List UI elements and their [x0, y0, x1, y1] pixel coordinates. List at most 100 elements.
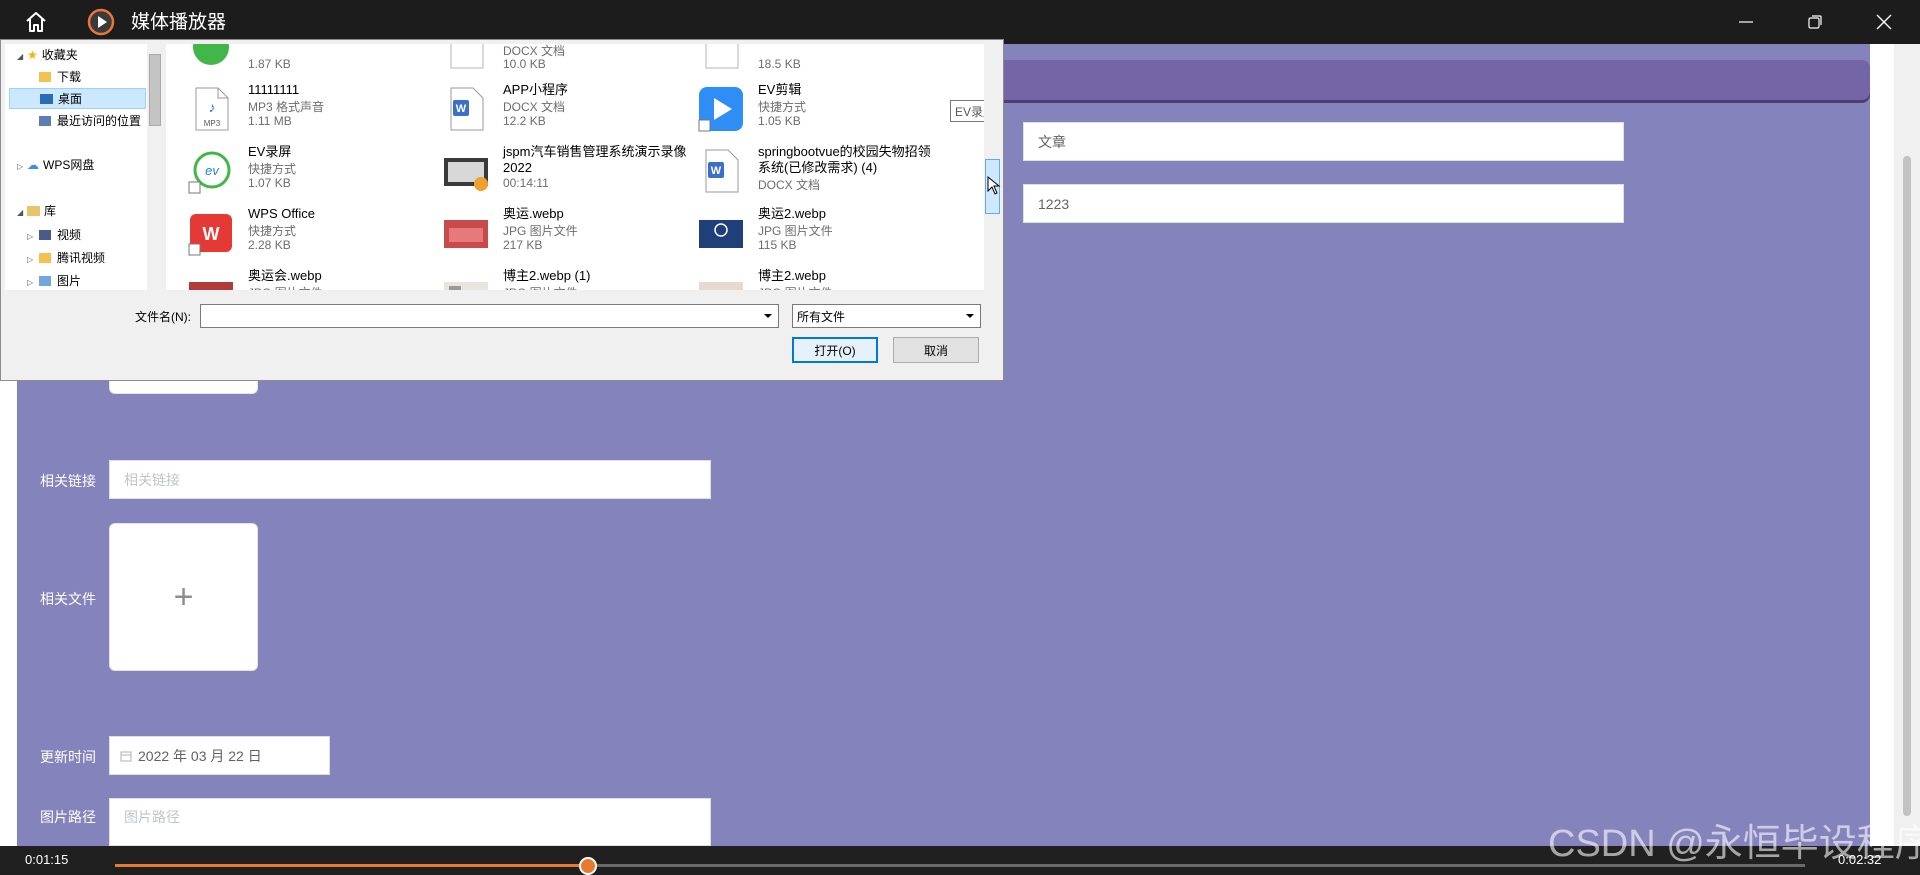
- word-document-icon: W: [450, 87, 484, 131]
- svg-text:W: W: [456, 103, 467, 115]
- tree-item-libraries[interactable]: 库: [27, 200, 56, 221]
- file-item[interactable]: 博主2.webp (1) JPG 图片文件: [431, 264, 681, 290]
- file-tooltip: EV录屏: [950, 100, 984, 122]
- home-icon[interactable]: [18, 0, 54, 44]
- player-title: 媒体播放器: [131, 12, 227, 33]
- image-path-label: 图片路径: [40, 809, 96, 825]
- filename-label: 文件名(N):: [135, 310, 191, 324]
- open-button[interactable]: 打开(O): [792, 337, 878, 363]
- word-document-icon: W: [705, 149, 739, 193]
- svg-text:♪: ♪: [209, 99, 216, 115]
- expand-arrow-icon[interactable]: ▷: [17, 162, 23, 171]
- tree-item-wps-cloud[interactable]: ☁ WPS网盘: [27, 154, 94, 175]
- shortcut-icon: [193, 44, 229, 65]
- tree-item-tencent-video[interactable]: 腾讯视频: [39, 247, 105, 268]
- tree-item-videos[interactable]: 视频: [39, 224, 81, 245]
- filename-input[interactable]: [200, 304, 779, 328]
- ev-editor-icon: [698, 87, 743, 132]
- page-scrollbar-thumb[interactable]: [1903, 156, 1911, 816]
- progress-handle[interactable]: [579, 857, 598, 875]
- page-scrollbar[interactable]: [1894, 44, 1920, 869]
- svg-text:ev: ev: [205, 163, 220, 178]
- dropdown-arrow-icon[interactable]: [764, 314, 772, 318]
- image-thumbnail-icon: [699, 220, 743, 248]
- file-open-dialog: ◢ ★ 收藏夹 下载 桌面 最近访问的位置 ▷ ☁ WPS网盘 ◢ 库 ▷ 视频 ▷…: [0, 39, 1004, 381]
- file-item[interactable]: jspm汽车销售管理系统演示录像2022 00:14:11: [431, 140, 686, 202]
- file-item[interactable]: 奥运.webp JPG 图片文件 217 KB: [431, 202, 681, 264]
- video-library-icon: [39, 229, 51, 240]
- filetype-select[interactable]: 所有文件: [792, 304, 981, 328]
- file-item[interactable]: 博主2.webp JPG 图片文件: [686, 264, 936, 290]
- image-thumbnail-icon: [444, 220, 488, 248]
- svg-text:MP3: MP3: [204, 119, 221, 128]
- video-file-icon: [444, 158, 488, 191]
- number-field[interactable]: 1223: [1023, 184, 1624, 223]
- link-label: 相关链接: [40, 473, 96, 489]
- mp3-file-icon: ♪ MP3: [195, 87, 229, 131]
- plus-icon: +: [173, 577, 194, 616]
- tree-item-downloads[interactable]: 下载: [39, 66, 81, 87]
- update-date-value: 2022 年 03 月 22 日: [138, 747, 262, 764]
- player-title-bar: 媒体播放器: [0, 0, 1920, 44]
- file-list-scrollbar[interactable]: [984, 44, 1001, 290]
- tree-item-desktop[interactable]: 桌面: [9, 88, 146, 109]
- file-item[interactable]: 奥运2.webp JPG 图片文件 115 KB: [686, 202, 936, 264]
- ev-recorder-icon: ev: [188, 151, 231, 194]
- minimize-button[interactable]: [1712, 0, 1780, 44]
- file-item[interactable]: W WPS Office 快捷方式 2.28 KB: [176, 202, 426, 264]
- update-date-input[interactable]: 2022 年 03 月 22 日: [109, 736, 330, 775]
- media-player-logo-icon: [86, 0, 116, 44]
- tree-item-pictures[interactable]: 图片: [39, 270, 81, 290]
- file-list: 1.87 KB DOCX 文档 10.0 KB 18.5 KB ♪ MP3 111…: [166, 44, 984, 290]
- minimize-icon: [1739, 21, 1753, 23]
- wps-office-icon: W: [188, 214, 232, 256]
- mouse-cursor-icon: [987, 176, 1001, 195]
- link-input[interactable]: 相关链接: [109, 460, 711, 499]
- expand-arrow-icon[interactable]: ▷: [27, 255, 33, 264]
- file-item[interactable]: 18.5 KB: [686, 44, 936, 78]
- tree-scrollbar[interactable]: [147, 44, 164, 290]
- file-item[interactable]: ♪ MP3 11111111 MP3 格式声音 1.11 MB: [176, 78, 426, 140]
- tree-item-favorites[interactable]: ★ 收藏夹: [27, 44, 78, 65]
- tree-item-recent[interactable]: 最近访问的位置: [39, 110, 141, 131]
- svg-text:W: W: [203, 224, 220, 244]
- cloud-icon: ☁: [27, 157, 39, 172]
- expand-arrow-icon[interactable]: ▷: [27, 278, 33, 287]
- elapsed-time: 0:01:15: [25, 852, 69, 867]
- tree-scrollbar-thumb[interactable]: [149, 54, 161, 126]
- svg-text:W: W: [711, 165, 722, 177]
- file-item[interactable]: EV剪辑 快捷方式 1.05 KB: [686, 78, 936, 140]
- close-icon: [1876, 14, 1892, 30]
- expand-arrow-icon[interactable]: ◢: [17, 208, 23, 217]
- cancel-button[interactable]: 取消: [893, 337, 979, 363]
- dropdown-arrow-icon[interactable]: [966, 314, 974, 318]
- file-item[interactable]: 1.87 KB: [176, 44, 426, 78]
- document-icon: [450, 44, 484, 69]
- category-field[interactable]: 文章: [1023, 122, 1624, 161]
- watermark: CSDN @永恒毕设程序: [1548, 823, 1920, 865]
- spreadsheet-icon: [705, 44, 739, 69]
- image-thumbnail-icon: [699, 282, 743, 290]
- update-time-label: 更新时间: [40, 749, 96, 765]
- calendar-icon: [120, 751, 132, 761]
- file-item[interactable]: W APP小程序 DOCX 文档 12.2 KB: [431, 78, 681, 140]
- image-thumbnail-icon: [189, 282, 233, 290]
- file-item[interactable]: ev EV录屏 快捷方式 1.07 KB: [176, 140, 426, 202]
- file-item[interactable]: W springbootvue的校园失物招领系统(已修改需求) (4) DOCX…: [686, 140, 936, 202]
- file-item[interactable]: 奥运会.webp JPG 图片文件: [176, 264, 426, 290]
- folder-icon: [39, 252, 51, 263]
- close-button[interactable]: [1850, 0, 1918, 44]
- picture-library-icon: [39, 275, 51, 286]
- recent-places-icon: [39, 115, 51, 126]
- restore-button[interactable]: [1781, 0, 1849, 44]
- star-icon: ★: [27, 47, 38, 62]
- restore-icon: [1808, 15, 1822, 29]
- file-label: 相关文件: [40, 591, 96, 607]
- file-item[interactable]: DOCX 文档 10.0 KB: [431, 44, 681, 78]
- image-thumbnail-icon: [444, 282, 488, 290]
- file-upload-box[interactable]: +: [109, 523, 258, 671]
- image-path-input[interactable]: 图片路径: [109, 798, 711, 846]
- expand-arrow-icon[interactable]: ▷: [27, 232, 33, 241]
- expand-arrow-icon[interactable]: ◢: [17, 52, 23, 61]
- folder-icon: [39, 71, 51, 82]
